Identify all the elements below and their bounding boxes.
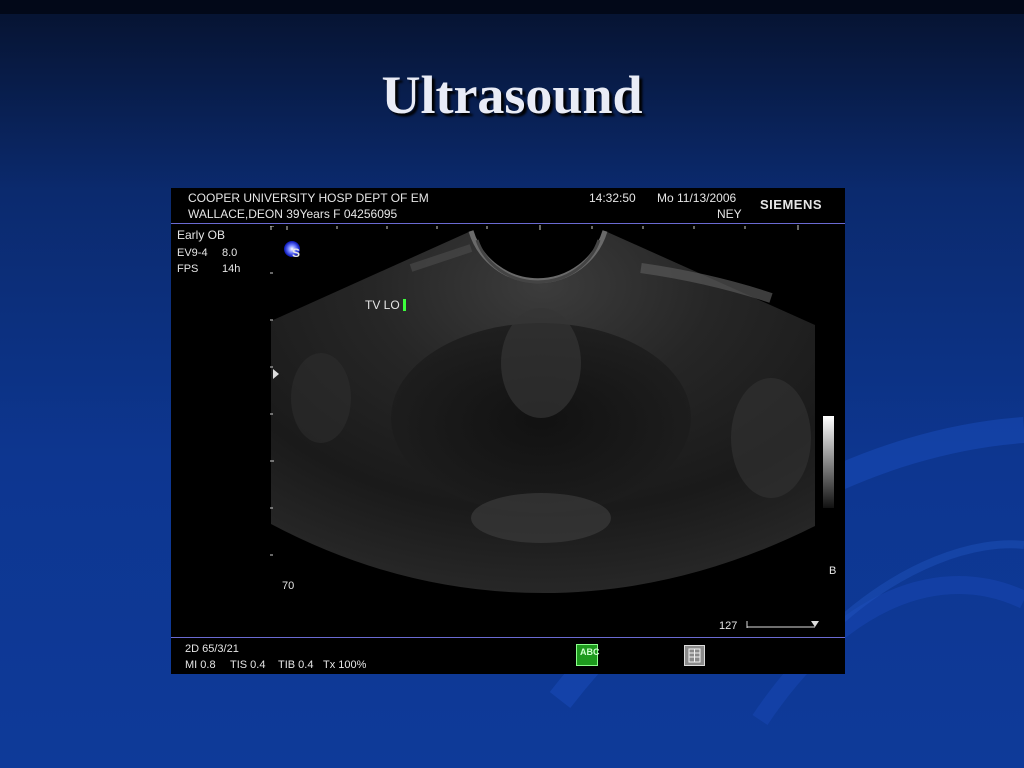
slide-title: Ultrasound (381, 65, 643, 125)
orientation-marker: S (292, 246, 301, 260)
scale-value: 127 (719, 620, 738, 632)
top-scale-ticks (270, 225, 799, 230)
film-strip-icon[interactable] (684, 645, 705, 666)
depth-label: 70 (282, 580, 295, 592)
top-strip (0, 0, 1024, 14)
footer-separator (171, 637, 845, 638)
grey-scale-bar (823, 416, 834, 508)
tis-label: TIS 0.4 (230, 659, 266, 671)
scale-bar-icon (746, 621, 819, 628)
focus-marker-icon (273, 369, 279, 379)
mi-label: MI 0.8 (185, 659, 216, 671)
abc-annotation-icon[interactable]: ABC (576, 644, 600, 666)
mode-label: 2D 65/3/21 (185, 643, 239, 655)
depth-scale-ticks (270, 226, 274, 556)
annotation-cursor-icon (403, 299, 406, 311)
ultrasound-image: COOPER UNIVERSITY HOSP DEPT OF EM WALLAC… (171, 188, 845, 674)
tx-label: Tx 100% (323, 659, 367, 671)
image-annotation: TV LO (365, 298, 400, 312)
grey-scale-label: B (829, 565, 837, 577)
tib-label: TIB 0.4 (278, 659, 314, 671)
